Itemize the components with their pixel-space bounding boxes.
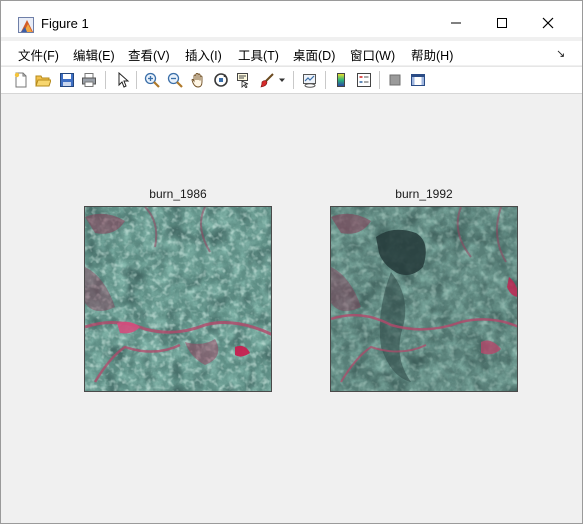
menu-edit[interactable]: 编辑(E): [73, 45, 115, 64]
image-burn-1992[interactable]: [330, 206, 518, 392]
show-plot-tools-icon[interactable]: [409, 71, 427, 89]
rotate-3d-icon[interactable]: [212, 71, 230, 89]
data-cursor-icon[interactable]: [235, 71, 253, 89]
close-button[interactable]: [525, 9, 571, 37]
image-burn-1986[interactable]: [84, 206, 272, 392]
toolbar-separator: [136, 71, 137, 89]
minimize-button[interactable]: [433, 9, 479, 37]
toolbar-separator: [105, 71, 106, 89]
pan-hand-icon[interactable]: [189, 71, 207, 89]
figure-canvas: burn_1986 burn_1992: [11, 94, 572, 514]
link-plot-icon[interactable]: [301, 71, 319, 89]
hide-plot-tools-icon[interactable]: [386, 71, 404, 89]
figure-window: Figure 1 文件(F) 编辑(E) 查看(V) 插入(I) 工具(T) 桌…: [0, 0, 583, 524]
dock-arrow-icon[interactable]: ↘: [556, 47, 565, 60]
window-title: Figure 1: [41, 16, 89, 31]
legend-icon[interactable]: [355, 71, 373, 89]
figure-toolbar: [1, 66, 582, 94]
menu-bar: 文件(F) 编辑(E) 查看(V) 插入(I) 工具(T) 桌面(D) 窗口(W…: [1, 41, 582, 65]
brush-icon[interactable]: [258, 71, 276, 89]
toolbar-separator: [325, 71, 326, 89]
new-figure-icon[interactable]: [12, 71, 30, 89]
colorbar-icon[interactable]: [332, 71, 350, 89]
matlab-app-icon: [18, 17, 34, 33]
edit-plot-arrow-icon[interactable]: [114, 71, 132, 89]
menu-desktop[interactable]: 桌面(D): [293, 45, 335, 64]
open-file-icon[interactable]: [34, 71, 52, 89]
maximize-button[interactable]: [479, 9, 525, 37]
print-icon[interactable]: [80, 71, 98, 89]
title-bar[interactable]: Figure 1: [1, 1, 582, 37]
menu-help[interactable]: 帮助(H): [411, 45, 453, 64]
zoom-in-icon[interactable]: [143, 71, 161, 89]
menu-file[interactable]: 文件(F): [18, 45, 59, 64]
toolbar-separator: [293, 71, 294, 89]
axes-title-burn-1992: burn_1992: [395, 187, 453, 201]
toolbar-separator: [379, 71, 380, 89]
menu-view[interactable]: 查看(V): [128, 45, 170, 64]
menu-window[interactable]: 窗口(W): [350, 45, 395, 64]
menu-insert[interactable]: 插入(I): [185, 45, 222, 64]
brush-dropdown-icon[interactable]: [277, 71, 287, 89]
save-icon[interactable]: [58, 71, 76, 89]
menu-tools[interactable]: 工具(T): [238, 45, 279, 64]
axes-title-burn-1986: burn_1986: [149, 187, 207, 201]
zoom-out-icon[interactable]: [166, 71, 184, 89]
